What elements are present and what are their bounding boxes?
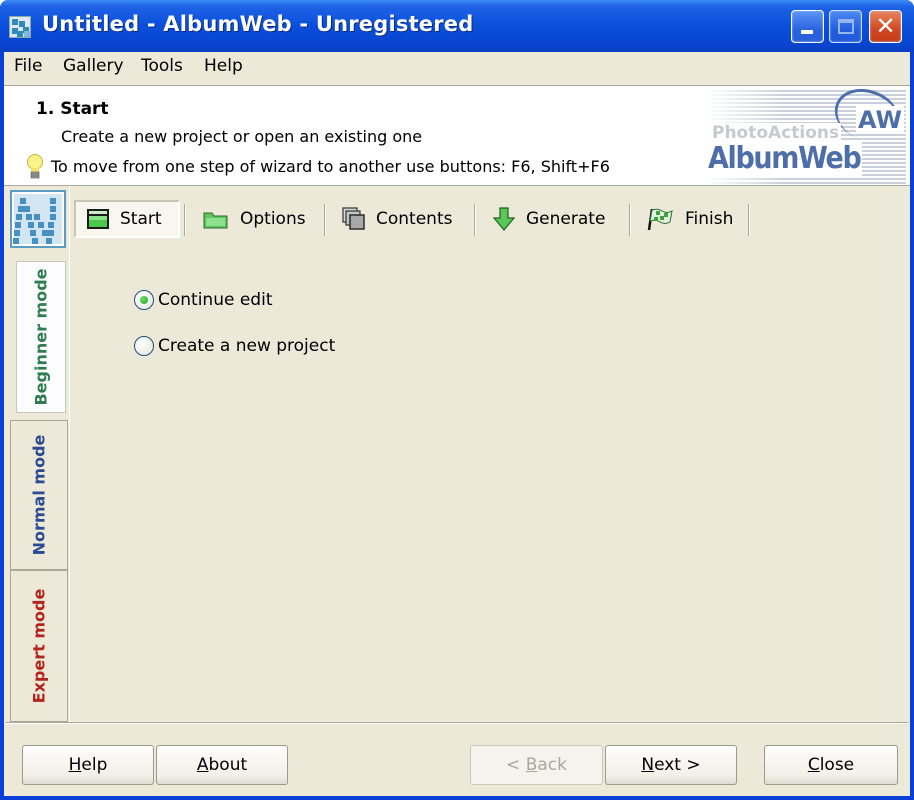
step-finish[interactable]: Finish <box>637 200 733 238</box>
close-button[interactable]: Close <box>764 745 898 785</box>
tab-expert-mode[interactable]: Expert mode <box>10 570 68 722</box>
back-button[interactable]: < Back <box>470 745 603 785</box>
step-options-label: Options <box>240 209 306 229</box>
client-area: File Gallery Tools Help 1. Start Create … <box>4 52 910 796</box>
toolbar-separator <box>629 204 631 236</box>
about-accel: A <box>196 755 209 775</box>
aw-logo-icon <box>10 190 66 248</box>
divider <box>6 722 908 724</box>
help-accel: H <box>68 755 82 775</box>
next-accel: N <box>641 755 655 775</box>
tab-beginner-mode[interactable]: Beginner mode <box>16 261 66 413</box>
menu-tools[interactable]: Tools <box>139 56 185 76</box>
menu-file[interactable]: File <box>12 56 44 76</box>
logo-badge: AW <box>856 106 904 134</box>
back-accel: B <box>525 755 538 775</box>
checkered-flag-icon <box>647 208 673 231</box>
maximize-icon <box>838 19 854 34</box>
maximize-button[interactable] <box>829 10 862 43</box>
continue-edit-label: Continue edit <box>158 290 273 310</box>
step-finish-label: Finish <box>685 209 734 229</box>
close-accel: C <box>807 755 820 775</box>
help-button[interactable]: Help <box>22 745 154 785</box>
mode-tabs: Beginner mode Normal mode Expert mode <box>10 255 70 725</box>
option-new-project[interactable]: Create a new project <box>134 336 335 356</box>
step-options[interactable]: Options <box>192 200 306 238</box>
menu-gallery[interactable]: Gallery <box>61 56 126 76</box>
about-label: bout <box>208 755 248 775</box>
step-title: 1. Start <box>36 99 109 119</box>
logo-subtitle: PhotoActions <box>712 123 842 143</box>
back-prefix: < <box>506 755 526 775</box>
new-project-radio[interactable] <box>134 336 154 356</box>
new-project-label: Create a new project <box>158 336 336 356</box>
minimize-icon <box>801 30 813 34</box>
expert-mode-label: Expert mode <box>29 588 49 704</box>
close-label: lose <box>819 755 855 775</box>
down-arrow-icon <box>492 207 516 231</box>
wizard-header: 1. Start Create a new project or open an… <box>4 80 910 186</box>
pages-icon <box>342 207 365 230</box>
lightbulb-icon <box>27 154 43 179</box>
next-label: ext > <box>654 755 701 775</box>
tab-normal-mode[interactable]: Normal mode <box>10 420 68 570</box>
menu-bar: File Gallery Tools Help <box>4 52 910 82</box>
wizard-panel <box>69 186 907 724</box>
folder-icon <box>203 212 228 229</box>
menu-help[interactable]: Help <box>202 56 245 76</box>
option-continue-edit[interactable]: Continue edit <box>134 290 272 310</box>
clapperboard-icon <box>87 209 109 229</box>
step-generate-label: Generate <box>526 209 606 229</box>
toolbar-separator <box>324 204 326 236</box>
title-bar[interactable]: Untitled - AlbumWeb - Unregistered ✕ <box>0 0 914 52</box>
beginner-mode-label: Beginner mode <box>31 268 51 406</box>
hint-text: To move from one step of wizard to anoth… <box>51 157 610 176</box>
next-button[interactable]: Next > <box>605 745 737 785</box>
step-generate[interactable]: Generate <box>482 200 605 238</box>
logo-title: AlbumWeb <box>708 141 863 176</box>
albumweb-logo: AW PhotoActions AlbumWeb <box>706 80 907 184</box>
normal-mode-label: Normal mode <box>29 434 49 556</box>
close-icon: ✕ <box>875 12 896 40</box>
step-start[interactable]: Start <box>74 200 180 238</box>
help-label: elp <box>81 755 108 775</box>
minimize-button[interactable] <box>791 10 824 43</box>
app-icon[interactable] <box>9 16 31 38</box>
close-window-button[interactable]: ✕ <box>869 10 902 43</box>
toolbar-separator <box>184 204 186 236</box>
about-button[interactable]: About <box>156 745 288 785</box>
step-contents[interactable]: Contents <box>332 200 452 238</box>
step-start-label: Start <box>120 209 162 229</box>
app-window: Untitled - AlbumWeb - Unregistered ✕ Fil… <box>0 0 914 800</box>
step-contents-label: Contents <box>376 209 453 229</box>
window-title: Untitled - AlbumWeb - Unregistered <box>42 12 474 36</box>
back-label: ack <box>537 755 567 775</box>
toolbar-separator <box>474 204 476 236</box>
step-description: Create a new project or open an existing… <box>61 127 423 146</box>
continue-edit-radio[interactable] <box>134 290 154 310</box>
toolbar-separator <box>748 204 750 236</box>
